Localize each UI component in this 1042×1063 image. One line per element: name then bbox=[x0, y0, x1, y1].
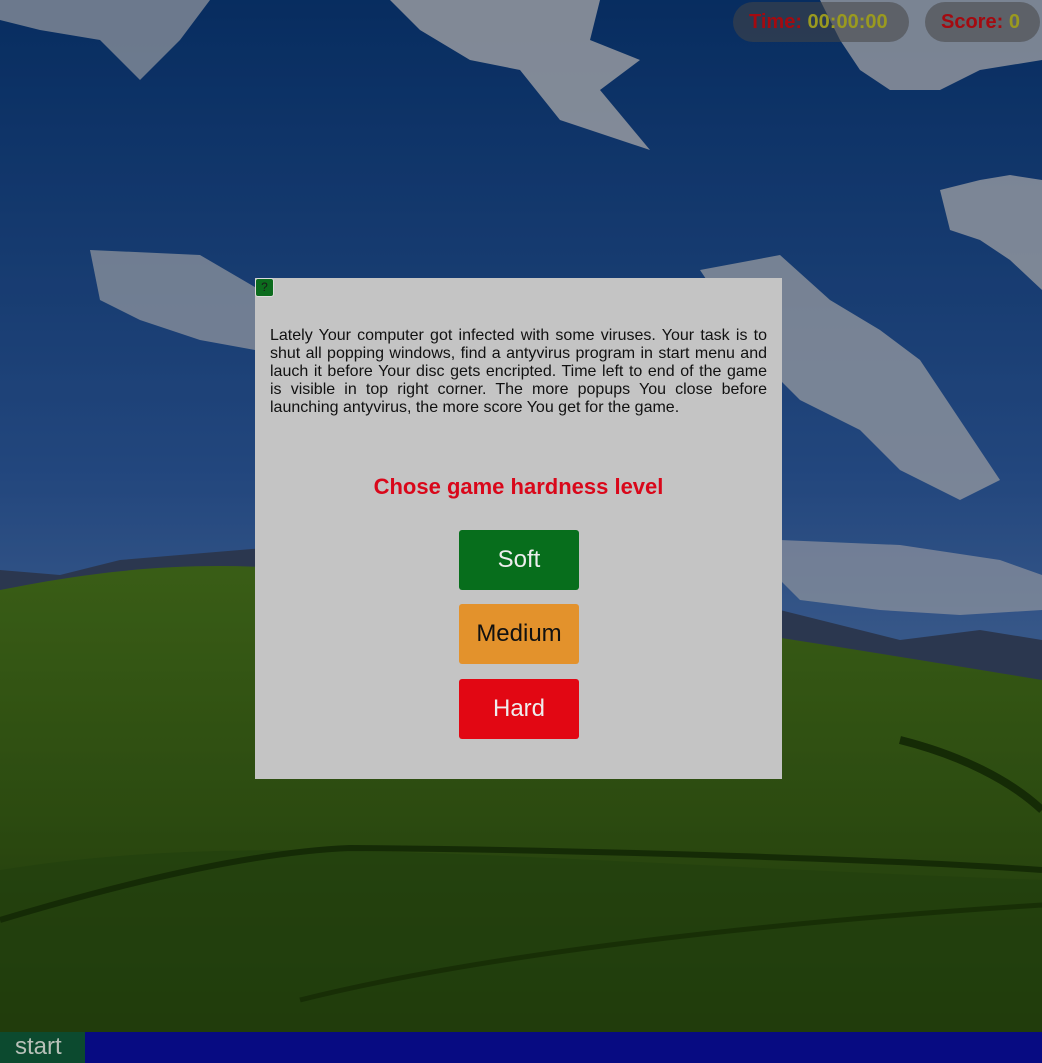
intro-text: Lately Your computer got infected with s… bbox=[270, 327, 767, 416]
timer-value: 00:00:00 bbox=[807, 11, 888, 33]
taskbar: start bbox=[0, 1032, 1042, 1063]
difficulty-heading: Chose game hardness level bbox=[373, 474, 664, 499]
timer-display: Time: 00:00:00 bbox=[733, 2, 909, 42]
medium-level-button[interactable]: Medium bbox=[459, 604, 579, 664]
hard-level-button[interactable]: Hard bbox=[459, 679, 579, 739]
help-icon[interactable]: ? bbox=[255, 278, 274, 297]
soft-level-button[interactable]: Soft bbox=[459, 530, 579, 590]
timer-label: Time: bbox=[749, 11, 802, 33]
score-display: Score: 0 bbox=[925, 2, 1040, 42]
start-button[interactable]: start bbox=[0, 1032, 85, 1063]
score-value: 0 bbox=[1008, 11, 1020, 33]
score-label: Score: bbox=[941, 11, 1004, 33]
difficulty-dialog: ? Lately Your computer got infected with… bbox=[255, 278, 782, 779]
